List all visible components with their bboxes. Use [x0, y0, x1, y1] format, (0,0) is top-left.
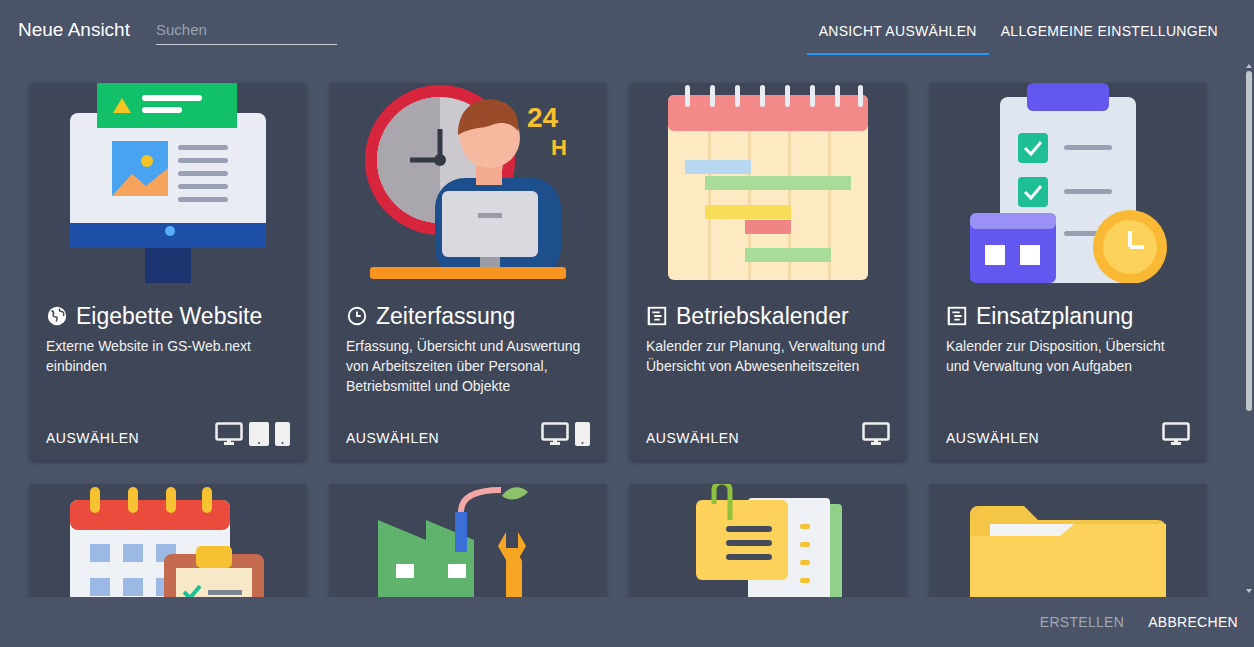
view-card[interactable]: Betriebskalender Kalender zur Planung, Ve…	[630, 83, 906, 460]
factory-illustration	[330, 484, 606, 597]
card-grid: Eigebette Website Externe Website in GS-W…	[0, 60, 1244, 597]
card-illustration	[630, 83, 906, 283]
dialog-title: Neue Ansicht	[18, 19, 130, 41]
website-illustration	[30, 83, 306, 283]
card-title: Zeiterfassung	[346, 302, 590, 330]
select-button[interactable]: AUSWÄHLEN	[346, 430, 439, 446]
illustration-text: 24	[527, 102, 559, 133]
time-tracking-illustration: 24H	[330, 83, 606, 283]
footer: ERSTELLENABBRECHEN	[0, 597, 1254, 647]
scroll-track	[1246, 68, 1252, 589]
card-illustration	[930, 484, 1206, 597]
calendar-tasks-illustration	[30, 484, 306, 597]
desktop-icon	[215, 422, 243, 446]
view-card[interactable]	[630, 484, 906, 597]
calendar-icon	[646, 305, 668, 327]
new-view-dialog: Neue Ansicht ANSICHT AUSWÄHLENALLGEMEINE …	[0, 0, 1254, 647]
view-card[interactable]	[30, 484, 306, 597]
card-illustration	[30, 83, 306, 283]
card-body: Eigebette Website Externe Website in GS-W…	[30, 283, 306, 460]
view-card[interactable]: 24H Zeiterfassung Erfassung, Übersicht und…	[330, 83, 606, 460]
device-list	[1162, 422, 1190, 446]
calendar-icon	[946, 305, 968, 327]
card-illustration	[30, 484, 306, 597]
search-input[interactable]	[156, 15, 337, 45]
footer-button[interactable]: ERSTELLEN	[1030, 606, 1134, 638]
scrollbar[interactable]	[1244, 60, 1254, 597]
tablet-icon	[249, 422, 269, 446]
card-actions: AUSWÄHLEN	[346, 412, 590, 446]
header: Neue Ansicht ANSICHT AUSWÄHLENALLGEMEINE …	[0, 0, 1254, 60]
tab[interactable]: ANSICHT AUSWÄHLEN	[807, 0, 989, 55]
card-description: Externe Website in GS-Web.next einbinden	[46, 336, 290, 376]
card-title: Eigebette Website	[46, 302, 290, 330]
view-card[interactable]: Eigebette Website Externe Website in GS-W…	[30, 83, 306, 460]
card-body: Zeiterfassung Erfassung, Übersicht und Au…	[330, 283, 606, 460]
planning-illustration	[930, 83, 1206, 283]
device-list	[541, 422, 590, 446]
desktop-icon	[541, 422, 569, 446]
gantt-calendar-illustration	[630, 83, 906, 283]
view-card[interactable]	[330, 484, 606, 597]
footer-button[interactable]: ABBRECHEN	[1138, 606, 1248, 638]
scroll-down-icon[interactable]	[1246, 589, 1252, 593]
card-illustration	[330, 484, 606, 597]
desktop-icon	[1162, 422, 1190, 446]
card-actions: AUSWÄHLEN	[946, 412, 1190, 446]
select-button[interactable]: AUSWÄHLEN	[46, 430, 139, 446]
device-list	[862, 422, 890, 446]
card-body: Betriebskalender Kalender zur Planung, Ve…	[630, 283, 906, 460]
card-illustration: 24H	[330, 83, 606, 283]
globe-icon	[46, 305, 68, 327]
phone-icon	[575, 422, 590, 446]
card-title: Betriebskalender	[646, 302, 890, 330]
illustration-text: H	[551, 135, 567, 160]
select-button[interactable]: AUSWÄHLEN	[646, 430, 739, 446]
scroll-up-icon[interactable]	[1246, 64, 1252, 68]
tab[interactable]: ALLGEMEINE EINSTELLUNGEN	[989, 0, 1230, 55]
folder-illustration	[930, 484, 1206, 597]
clock-icon	[346, 305, 368, 327]
card-description: Kalender zur Disposition, Übersicht und …	[946, 336, 1190, 376]
card-body: Einsatzplanung Kalender zur Disposition, …	[930, 283, 1206, 460]
card-description: Kalender zur Planung, Verwaltung und Übe…	[646, 336, 890, 376]
card-actions: AUSWÄHLEN	[46, 412, 290, 446]
phone-icon	[275, 422, 290, 446]
card-illustration	[630, 484, 906, 597]
select-button[interactable]: AUSWÄHLEN	[946, 430, 1039, 446]
card-title: Einsatzplanung	[946, 302, 1190, 330]
tab-bar: ANSICHT AUSWÄHLENALLGEMEINE EINSTELLUNGE…	[807, 0, 1230, 55]
card-illustration	[930, 83, 1206, 283]
desktop-icon	[862, 422, 890, 446]
card-description: Erfassung, Übersicht und Auswertung von …	[346, 336, 590, 396]
view-card[interactable]	[930, 484, 1206, 597]
card-actions: AUSWÄHLEN	[646, 412, 890, 446]
content: Eigebette Website Externe Website in GS-W…	[0, 60, 1254, 597]
notes-illustration	[630, 484, 906, 597]
device-list	[215, 422, 290, 446]
view-card[interactable]: Einsatzplanung Kalender zur Disposition, …	[930, 83, 1206, 460]
scroll-thumb[interactable]	[1246, 71, 1252, 411]
